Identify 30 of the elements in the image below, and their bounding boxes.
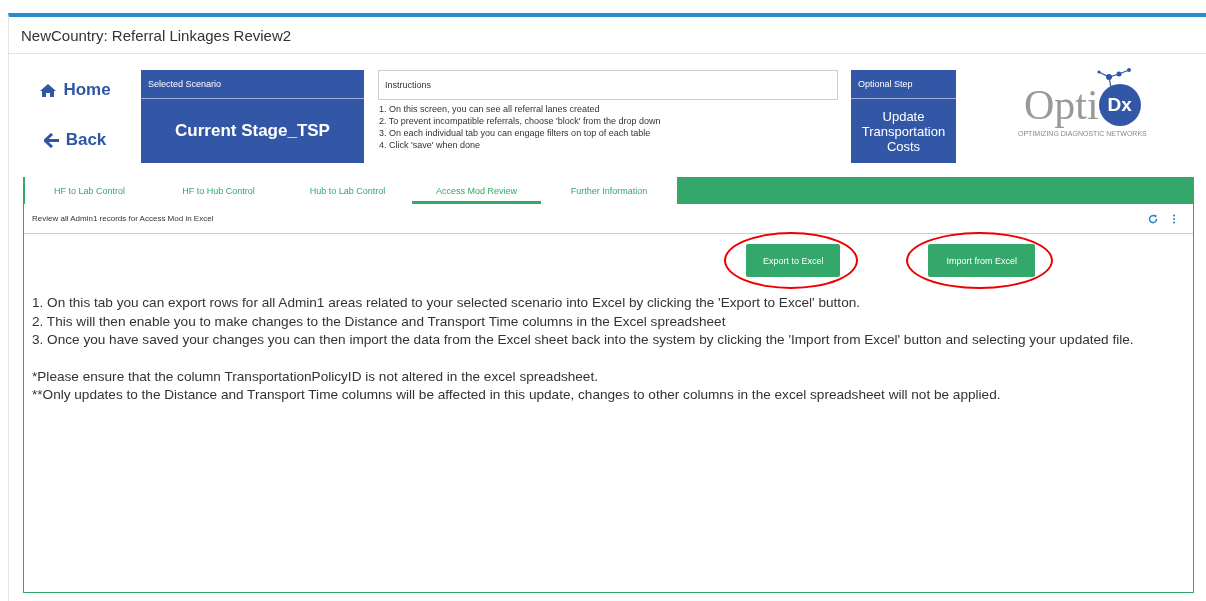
more-options-icon[interactable] <box>1172 213 1176 224</box>
home-icon <box>39 82 58 98</box>
refresh-icon[interactable] <box>1148 213 1158 224</box>
update-costs-button[interactable]: Optional Step Update Transportation Costs <box>851 70 956 163</box>
tab[interactable]: Hub to Lab Control <box>283 177 412 204</box>
tab[interactable]: Access Mod Review <box>412 177 541 204</box>
back-link[interactable]: Back <box>43 130 107 150</box>
tab[interactable]: Further Information <box>541 177 677 204</box>
instruction-step: 3. Once you have saved your changes you can then import the data from the Excel sheet back into the system by clicking the 'Import from Excel' button and selecting your updated file. <box>32 331 1185 350</box>
instruction-line: 4. Click 'save' when done <box>378 139 481 151</box>
home-link[interactable]: Home <box>39 80 111 100</box>
logo-badge: Dx <box>1098 84 1141 126</box>
instruction-line: 2. To prevent incompatible referrals, choose 'block' from the drop down <box>378 115 662 127</box>
scenario-value: Current Stage_TSP <box>174 120 331 142</box>
scenario-header: Selected Scenario <box>141 70 364 99</box>
instruction-step: 2. This will then enable you to make changes to the Distance and Transport Time columns in the Excel spreadsheet <box>32 312 1185 331</box>
tab[interactable]: HF to Hub Control <box>154 177 283 204</box>
instruction-line: 1. On this screen, you can see all referral lanes created <box>378 103 601 115</box>
export-button[interactable]: Export to Excel <box>745 244 841 277</box>
page-title: NewCountry: Referral Linkages Review2 <box>21 26 292 44</box>
instructions-header: Instructions <box>378 70 838 100</box>
panel-caption: Review all Admin1 records for Access Mod in Excel <box>32 214 215 223</box>
note-text: **Only updates to the Distance and Transport Time columns will be affected in this update, changes to other columns in the excel spreadsheet will not be applied. <box>32 386 1002 404</box>
instruction-line: 3. On each individual tab you can engage filters on top of each table <box>378 127 652 139</box>
back-arrow-icon <box>43 132 60 148</box>
instruction-step: 1. On this tab you can export rows for all Admin1 areas related to your selected scenario into Excel by clicking the 'Export to Excel' button. <box>32 294 1185 313</box>
tab[interactable]: HF to Lab Control <box>25 177 154 204</box>
logo-wordmark: Opti <box>1024 84 1099 126</box>
note-text: *Please ensure that the column TransportationPolicyID is not altered in the excel spreadsheet. <box>32 367 599 386</box>
import-button[interactable]: Import from Excel <box>928 244 1035 277</box>
